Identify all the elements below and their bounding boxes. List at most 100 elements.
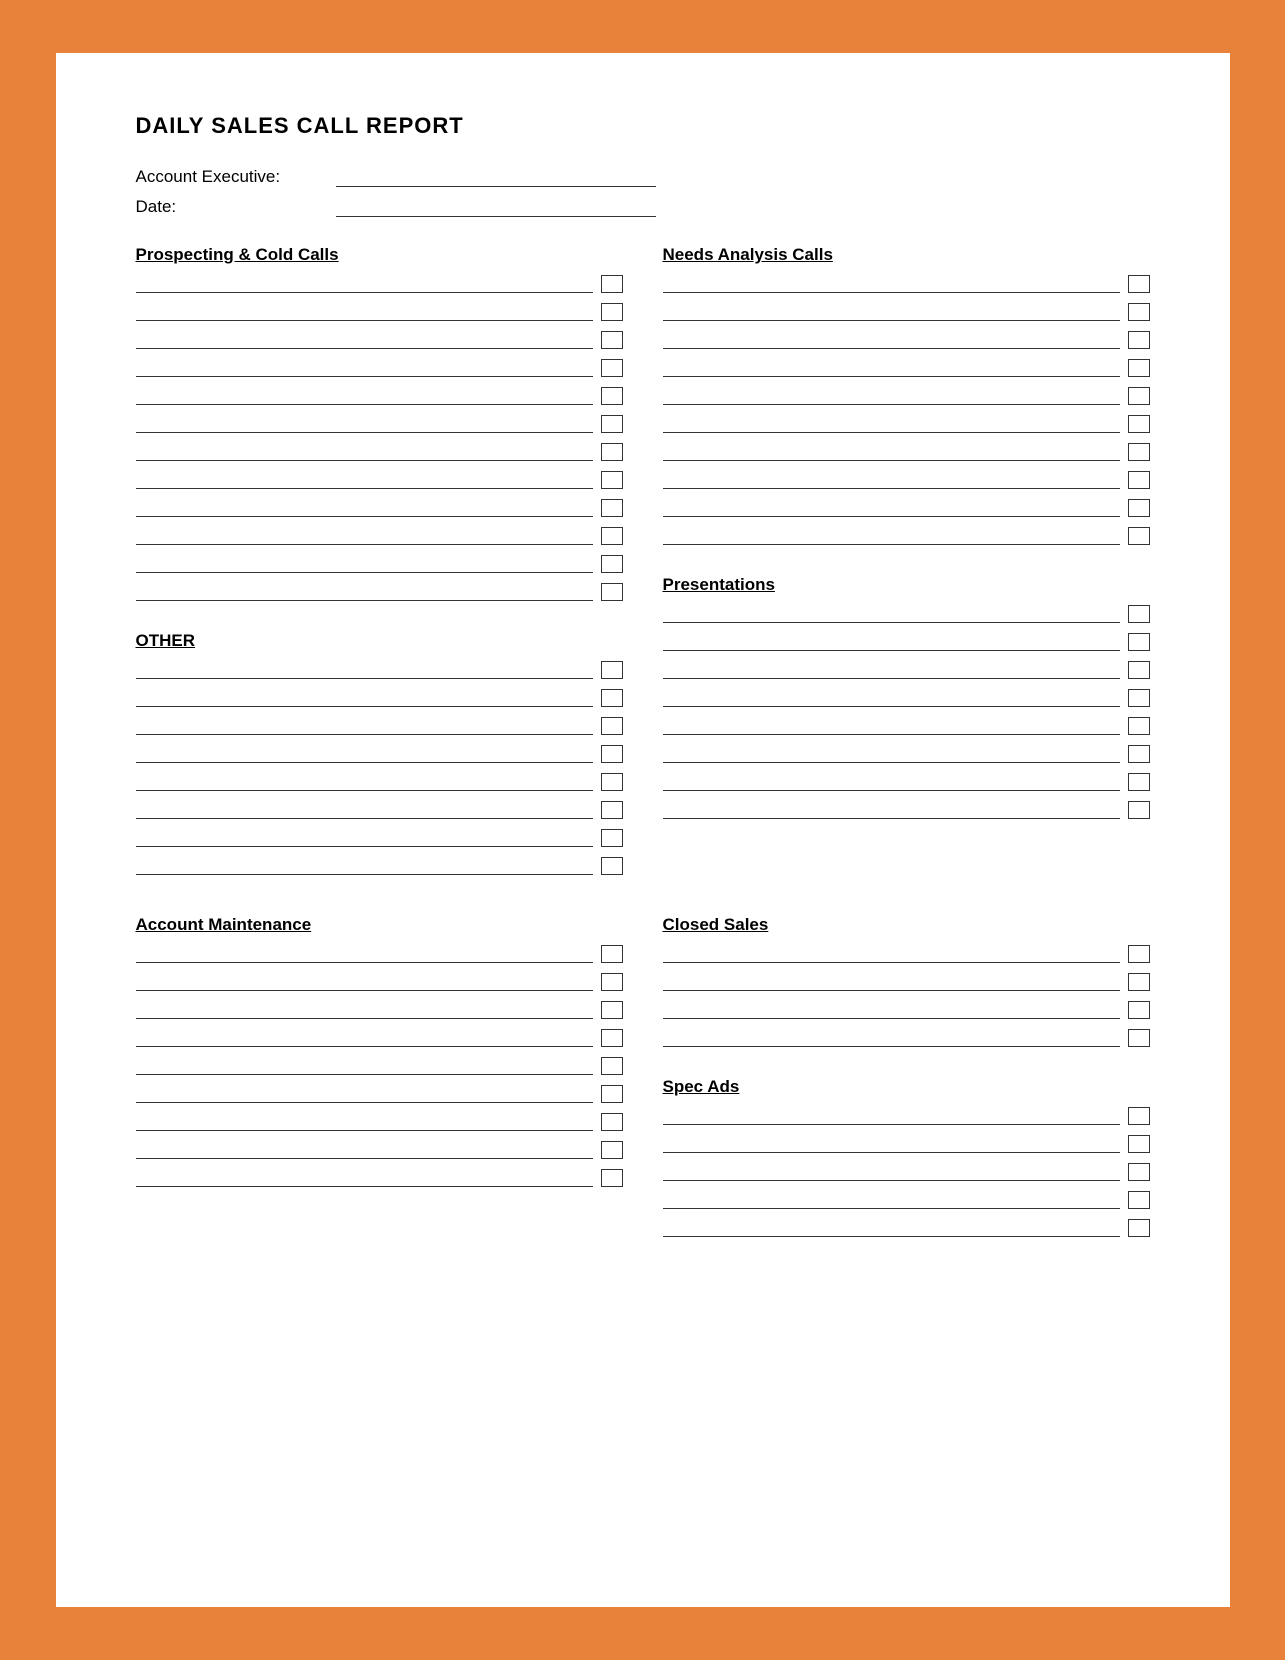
row-entry <box>136 801 623 819</box>
closed-sales-title: Closed Sales <box>663 915 1150 935</box>
account-maintenance-title: Account Maintenance <box>136 915 623 935</box>
entry-line <box>663 717 1120 735</box>
row-entry <box>663 1191 1150 1209</box>
row-entry <box>663 717 1150 735</box>
entry-box <box>601 499 623 517</box>
entry-line <box>663 801 1120 819</box>
entry-box <box>601 717 623 735</box>
entry-box <box>601 1001 623 1019</box>
entry-line <box>663 1163 1120 1181</box>
entry-box <box>601 1085 623 1103</box>
entry-box <box>601 415 623 433</box>
entry-box <box>601 689 623 707</box>
row-entry <box>136 303 623 321</box>
entry-box <box>601 1029 623 1047</box>
entry-line <box>136 717 593 735</box>
entry-line <box>136 829 593 847</box>
entry-box <box>601 275 623 293</box>
account-executive-field: Account Executive: <box>136 167 1150 187</box>
row-entry <box>663 331 1150 349</box>
entry-line <box>663 331 1120 349</box>
row-entry <box>136 471 623 489</box>
entry-line <box>136 1001 593 1019</box>
entry-box <box>601 973 623 991</box>
row-entry <box>663 275 1150 293</box>
entry-line <box>136 1085 593 1103</box>
entry-line <box>663 387 1120 405</box>
entry-line <box>663 633 1120 651</box>
entry-line <box>136 303 593 321</box>
main-sections-grid: Prospecting & Cold Calls OTHER <box>136 245 1150 905</box>
row-entry <box>663 1135 1150 1153</box>
row-entry <box>136 583 623 601</box>
row-entry <box>136 1057 623 1075</box>
entry-box <box>601 443 623 461</box>
entry-box <box>601 1169 623 1187</box>
entry-box <box>1128 443 1150 461</box>
row-entry <box>136 527 623 545</box>
row-entry <box>136 1029 623 1047</box>
entry-box <box>601 1057 623 1075</box>
prospecting-section: Prospecting & Cold Calls <box>136 245 623 601</box>
row-entry <box>663 1219 1150 1237</box>
entry-box <box>1128 303 1150 321</box>
entry-line <box>136 945 593 963</box>
entry-line <box>136 661 593 679</box>
row-entry <box>663 499 1150 517</box>
right-column: Needs Analysis Calls Presentations <box>663 245 1150 905</box>
entry-line <box>663 303 1120 321</box>
row-entry <box>136 415 623 433</box>
entry-line <box>663 1219 1120 1237</box>
entry-line <box>663 359 1120 377</box>
closed-sales-section: Closed Sales <box>663 915 1150 1047</box>
row-entry <box>136 945 623 963</box>
row-entry <box>663 527 1150 545</box>
entry-line <box>136 583 593 601</box>
entry-box <box>1128 973 1150 991</box>
page-title: DAILY SALES CALL REPORT <box>136 113 1150 139</box>
entry-box <box>1128 1163 1150 1181</box>
row-entry <box>663 661 1150 679</box>
entry-box <box>1128 717 1150 735</box>
row-entry <box>663 689 1150 707</box>
entry-box <box>1128 275 1150 293</box>
entry-box <box>1128 415 1150 433</box>
entry-box <box>1128 387 1150 405</box>
entry-box <box>601 1113 623 1131</box>
entry-line <box>136 415 593 433</box>
row-entry <box>136 745 623 763</box>
entry-box <box>1128 773 1150 791</box>
row-entry <box>136 387 623 405</box>
row-entry <box>663 443 1150 461</box>
row-entry <box>136 1113 623 1131</box>
entry-line <box>663 471 1120 489</box>
row-entry <box>136 1001 623 1019</box>
entry-line <box>663 973 1120 991</box>
presentations-section: Presentations <box>663 575 1150 819</box>
entry-line <box>136 973 593 991</box>
entry-line <box>663 689 1120 707</box>
entry-line <box>136 857 593 875</box>
entry-box <box>1128 1107 1150 1125</box>
row-entry <box>663 387 1150 405</box>
entry-box <box>1128 945 1150 963</box>
entry-line <box>136 443 593 461</box>
entry-line <box>136 1113 593 1131</box>
entry-line <box>136 275 593 293</box>
entry-box <box>1128 1191 1150 1209</box>
entry-line <box>663 773 1120 791</box>
entry-box <box>1128 605 1150 623</box>
entry-box <box>601 555 623 573</box>
entry-line <box>663 527 1120 545</box>
entry-box <box>1128 689 1150 707</box>
entry-line <box>136 331 593 349</box>
entry-line <box>136 387 593 405</box>
presentations-title: Presentations <box>663 575 1150 595</box>
entry-line <box>136 801 593 819</box>
row-entry <box>136 689 623 707</box>
entry-line <box>663 1135 1120 1153</box>
bottom-sections: Account Maintenance Closed Sales <box>136 915 1150 1267</box>
row-entry <box>663 945 1150 963</box>
entry-line <box>663 1191 1120 1209</box>
closed-sales-spec-ads-column: Closed Sales Spec Ads <box>663 915 1150 1267</box>
